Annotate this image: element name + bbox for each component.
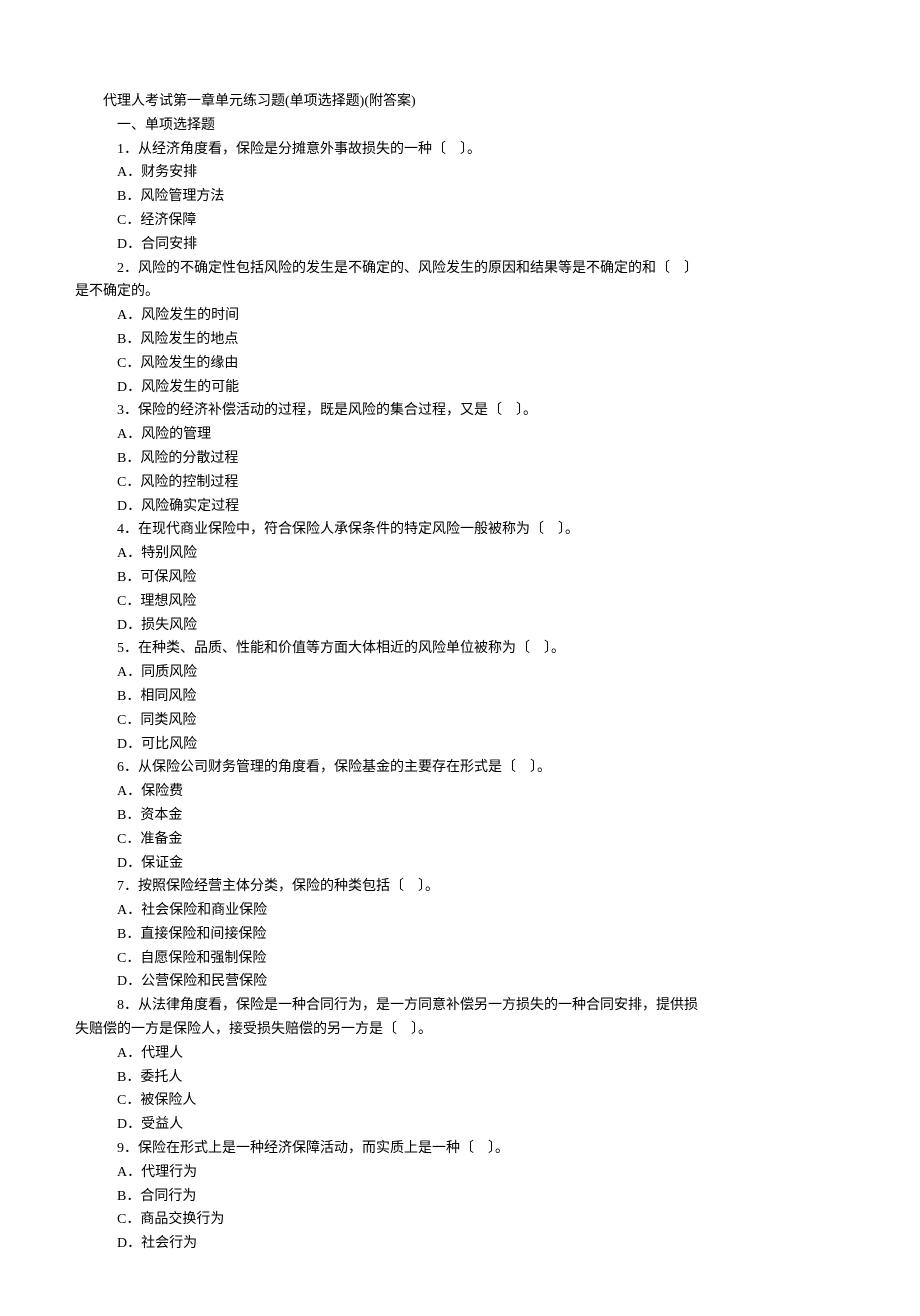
question-option: D．社会行为	[75, 1232, 845, 1256]
question-stem-cont: 是不确定的。	[75, 280, 845, 304]
question-option: B．风险管理方法	[75, 185, 845, 209]
question-option: C．商品交换行为	[75, 1208, 845, 1232]
question-stem: 7．按照保险经营主体分类，保险的种类包括〔 〕。	[75, 875, 845, 899]
question-option: C．理想风险	[75, 590, 845, 614]
question-option: D．风险发生的可能	[75, 376, 845, 400]
question-option: B．资本金	[75, 804, 845, 828]
question-option: B．风险的分散过程	[75, 447, 845, 471]
question-stem-cont: 失赔偿的一方是保险人，接受损失赔偿的另一方是〔 〕。	[75, 1018, 845, 1042]
question-option: A．代理行为	[75, 1161, 845, 1185]
question-option: D．公营保险和民营保险	[75, 970, 845, 994]
question-option: B．直接保险和间接保险	[75, 923, 845, 947]
question-stem: 9．保险在形式上是一种经济保障活动，而实质上是一种〔 〕。	[75, 1137, 845, 1161]
question-option: B．风险发生的地点	[75, 328, 845, 352]
question-stem: 4．在现代商业保险中，符合保险人承保条件的特定风险一般被称为〔 〕。	[75, 518, 845, 542]
question-option: A．特别风险	[75, 542, 845, 566]
question-option: A．财务安排	[75, 161, 845, 185]
question-option: B．可保风险	[75, 566, 845, 590]
question-option: C．同类风险	[75, 709, 845, 733]
question-option: B．相同风险	[75, 685, 845, 709]
section-header: 一、单项选择题	[75, 114, 845, 138]
question-option: D．保证金	[75, 852, 845, 876]
question-stem: 1．从经济角度看，保险是分摊意外事故损失的一种〔 〕。	[75, 138, 845, 162]
question-stem: 6．从保险公司财务管理的角度看，保险基金的主要存在形式是〔 〕。	[75, 756, 845, 780]
question-option: A．保险费	[75, 780, 845, 804]
document-title: 代理人考试第一章单元练习题(单项选择题)(附答案)	[75, 90, 845, 114]
question-option: D．合同安排	[75, 233, 845, 257]
question-option: C．自愿保险和强制保险	[75, 947, 845, 971]
question-option: C．被保险人	[75, 1089, 845, 1113]
question-option: C．风险发生的缘由	[75, 352, 845, 376]
question-stem: 8．从法律角度看，保险是一种合同行为，是一方同意补偿另一方损失的一种合同安排，提…	[75, 994, 845, 1018]
question-option: C．风险的控制过程	[75, 471, 845, 495]
question-option: D．受益人	[75, 1113, 845, 1137]
question-option: B．合同行为	[75, 1185, 845, 1209]
question-stem: 5．在种类、品质、性能和价值等方面大体相近的风险单位被称为〔 〕。	[75, 637, 845, 661]
question-option: C．经济保障	[75, 209, 845, 233]
question-option: B．委托人	[75, 1066, 845, 1090]
question-option: D．可比风险	[75, 733, 845, 757]
question-option: A．风险发生的时间	[75, 304, 845, 328]
question-option: D．损失风险	[75, 614, 845, 638]
question-stem: 3．保险的经济补偿活动的过程，既是风险的集合过程，又是〔 〕。	[75, 399, 845, 423]
question-option: A．风险的管理	[75, 423, 845, 447]
question-option: D．风险确实定过程	[75, 495, 845, 519]
question-option: A．代理人	[75, 1042, 845, 1066]
question-option: A．同质风险	[75, 661, 845, 685]
question-option: C．准备金	[75, 828, 845, 852]
question-stem: 2．风险的不确定性包括风险的发生是不确定的、风险发生的原因和结果等是不确定的和〔…	[75, 257, 845, 281]
question-option: A．社会保险和商业保险	[75, 899, 845, 923]
